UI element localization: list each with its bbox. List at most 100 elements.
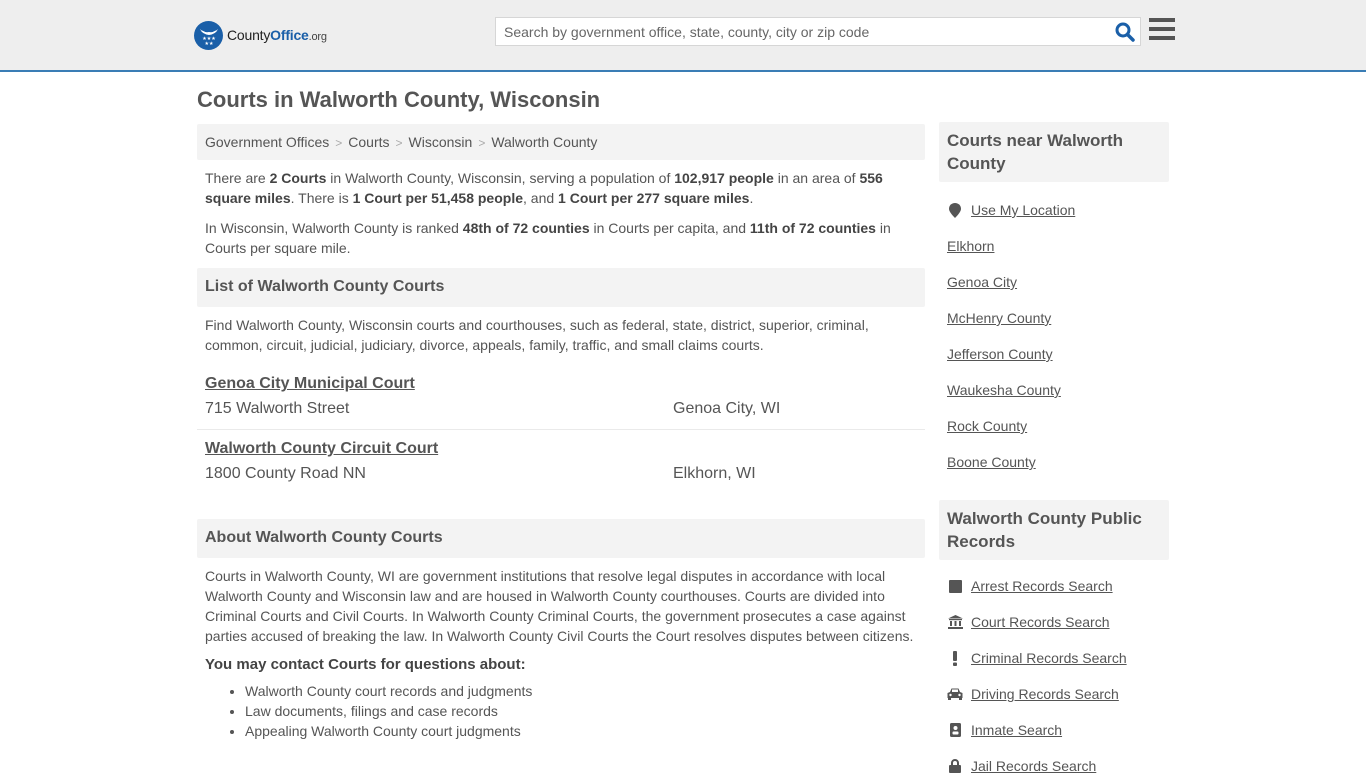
hamburger-menu-icon[interactable]	[1149, 18, 1175, 42]
car-icon	[947, 686, 963, 702]
about-section: About Walworth County Courts Courts in W…	[197, 519, 925, 741]
courts-per-capita: 1 Court per 51,458 people	[352, 190, 524, 206]
court-address: 1800 County Road NN	[205, 465, 366, 482]
court-address: 715 Walworth Street	[205, 400, 350, 417]
court-records-link[interactable]: Court Records Search	[971, 614, 1110, 630]
nearby-courts-heading: Courts near Walworth County	[939, 122, 1169, 182]
search-button[interactable]	[1114, 21, 1136, 43]
menu-bar	[1149, 36, 1175, 40]
logo-wordmark: CountyOffice.org	[227, 27, 327, 43]
text: in Courts per capita, and	[589, 220, 750, 236]
records-link-item: Driving Records Search	[947, 676, 1169, 712]
main-content: Government Offices > Courts > Wisconsin > Walw…	[197, 124, 925, 741]
nearby-link-elkhorn[interactable]: Elkhorn	[947, 238, 994, 254]
contact-topic-item: Walworth County court records and judgme…	[245, 681, 925, 701]
breadcrumb-separator: >	[335, 136, 343, 150]
nearby-link-item: Genoa City	[947, 264, 1169, 300]
driving-records-link[interactable]: Driving Records Search	[971, 686, 1119, 702]
menu-bar	[1149, 18, 1175, 22]
courthouse-icon	[947, 614, 963, 630]
nearby-courts-panel: Courts near Walworth County Use My Locat…	[939, 122, 1169, 480]
breadcrumb-item-walworth-county[interactable]: Walworth County	[491, 134, 597, 150]
exclamation-icon	[947, 650, 963, 666]
logo-text-main: County	[227, 27, 271, 43]
nearby-link-rock-county[interactable]: Rock County	[947, 418, 1027, 434]
records-link-item: Criminal Records Search	[947, 640, 1169, 676]
records-link-item: Court Records Search	[947, 604, 1169, 640]
nearby-link-boone-county[interactable]: Boone County	[947, 454, 1036, 470]
logo-text-accent: Office	[270, 27, 309, 43]
courts-list-description: Find Walworth County, Wisconsin courts a…	[205, 317, 869, 353]
records-link-item: Jail Records Search	[947, 748, 1169, 784]
nearby-link-item: McHenry County	[947, 300, 1169, 336]
criminal-records-link[interactable]: Criminal Records Search	[971, 650, 1127, 666]
text: . There is	[290, 190, 353, 206]
nearby-courts-list: Use My Location Elkhorn Genoa City McHen…	[939, 182, 1169, 480]
rank-per-area: 11th of 72 counties	[749, 220, 876, 236]
court-city: Elkhorn, WI	[673, 465, 756, 482]
nearby-link-item: Jefferson County	[947, 336, 1169, 372]
court-count: 2 Courts	[269, 170, 327, 186]
contact-topics-list: Walworth County court records and judgme…	[197, 673, 925, 741]
use-location-item: Use My Location	[947, 192, 1169, 228]
court-name-link[interactable]: Walworth County Circuit Court	[205, 440, 438, 458]
nearby-link-jefferson-county[interactable]: Jefferson County	[947, 346, 1053, 362]
nearby-link-mchenry-county[interactable]: McHenry County	[947, 310, 1051, 326]
records-link-item: Inmate Search	[947, 712, 1169, 748]
jail-records-link[interactable]: Jail Records Search	[971, 758, 1096, 774]
logo-text-suffix: .org	[308, 31, 327, 43]
courts-per-area: 1 Court per 277 square miles	[558, 190, 750, 206]
about-body: Courts in Walworth County, WI are govern…	[205, 568, 914, 644]
records-link-item: Arrest Records Search	[947, 568, 1169, 604]
square-icon	[947, 578, 963, 594]
breadcrumb-item-courts[interactable]: Courts	[348, 134, 389, 150]
rank-per-capita: 48th of 72 counties	[462, 220, 590, 236]
text: in an area of	[773, 170, 860, 186]
inmate-search-link[interactable]: Inmate Search	[971, 722, 1062, 738]
lock-icon	[947, 758, 963, 774]
intro-summary: There are 2 Courts in Walworth County, W…	[197, 160, 925, 258]
about-heading: About Walworth County Courts	[197, 519, 925, 558]
population: 102,917 people	[674, 170, 774, 186]
sidebar: Courts near Walworth County Use My Locat…	[939, 122, 1169, 784]
text: .	[749, 190, 754, 206]
page-title: Courts in Walworth County, Wisconsin	[197, 87, 601, 112]
nearby-link-item: Boone County	[947, 444, 1169, 480]
contact-topic-item: Appealing Walworth County court judgment…	[245, 721, 925, 741]
breadcrumb-separator: >	[478, 136, 486, 150]
nearby-link-waukesha-county[interactable]: Waukesha County	[947, 382, 1061, 398]
intro-paragraph-rank: In Wisconsin, Walworth County is ranked …	[205, 218, 917, 258]
eagle-logo-icon: ★★★ ★★	[194, 20, 223, 50]
nearby-link-genoa-city[interactable]: Genoa City	[947, 274, 1017, 290]
site-logo[interactable]: ★★★ ★★ CountyOffice.org	[194, 20, 327, 50]
search-icon	[1115, 22, 1135, 42]
public-records-panel: Walworth County Public Records Arrest Re…	[939, 500, 1169, 784]
nearby-link-item: Elkhorn	[947, 228, 1169, 264]
arrest-records-link[interactable]: Arrest Records Search	[971, 578, 1113, 594]
courts-list-heading: List of Walworth County Courts	[197, 268, 925, 307]
public-records-list: Arrest Records Search Court Records Sear…	[939, 560, 1169, 784]
intro-paragraph-stats: There are 2 Courts in Walworth County, W…	[205, 168, 917, 208]
id-badge-icon	[947, 722, 963, 738]
breadcrumb-separator: >	[395, 136, 403, 150]
search-input[interactable]	[496, 18, 1096, 45]
nearby-link-item: Waukesha County	[947, 372, 1169, 408]
public-records-heading: Walworth County Public Records	[939, 500, 1169, 560]
svg-text:★★: ★★	[204, 41, 213, 46]
court-list-item: Walworth County Circuit Court 1800 Count…	[197, 430, 925, 495]
map-marker-icon	[947, 202, 963, 218]
site-header: ★★★ ★★ CountyOffice.org	[0, 0, 1366, 72]
text: in Walworth County, Wisconsin, serving a…	[326, 170, 675, 186]
court-name-link[interactable]: Genoa City Municipal Court	[205, 375, 415, 393]
use-my-location-link[interactable]: Use My Location	[971, 202, 1075, 218]
text: In Wisconsin, Walworth County is ranked	[205, 220, 463, 236]
menu-bar	[1149, 27, 1175, 31]
search-bar	[495, 17, 1141, 46]
breadcrumb-item-wisconsin[interactable]: Wisconsin	[409, 134, 473, 150]
court-city: Genoa City, WI	[673, 400, 781, 417]
contact-topic-item: Law documents, filings and case records	[245, 701, 925, 721]
nearby-link-item: Rock County	[947, 408, 1169, 444]
breadcrumb-item-government-offices[interactable]: Government Offices	[205, 134, 329, 150]
court-list-item: Genoa City Municipal Court 715 Walworth …	[197, 365, 925, 430]
text: , and	[523, 190, 559, 206]
